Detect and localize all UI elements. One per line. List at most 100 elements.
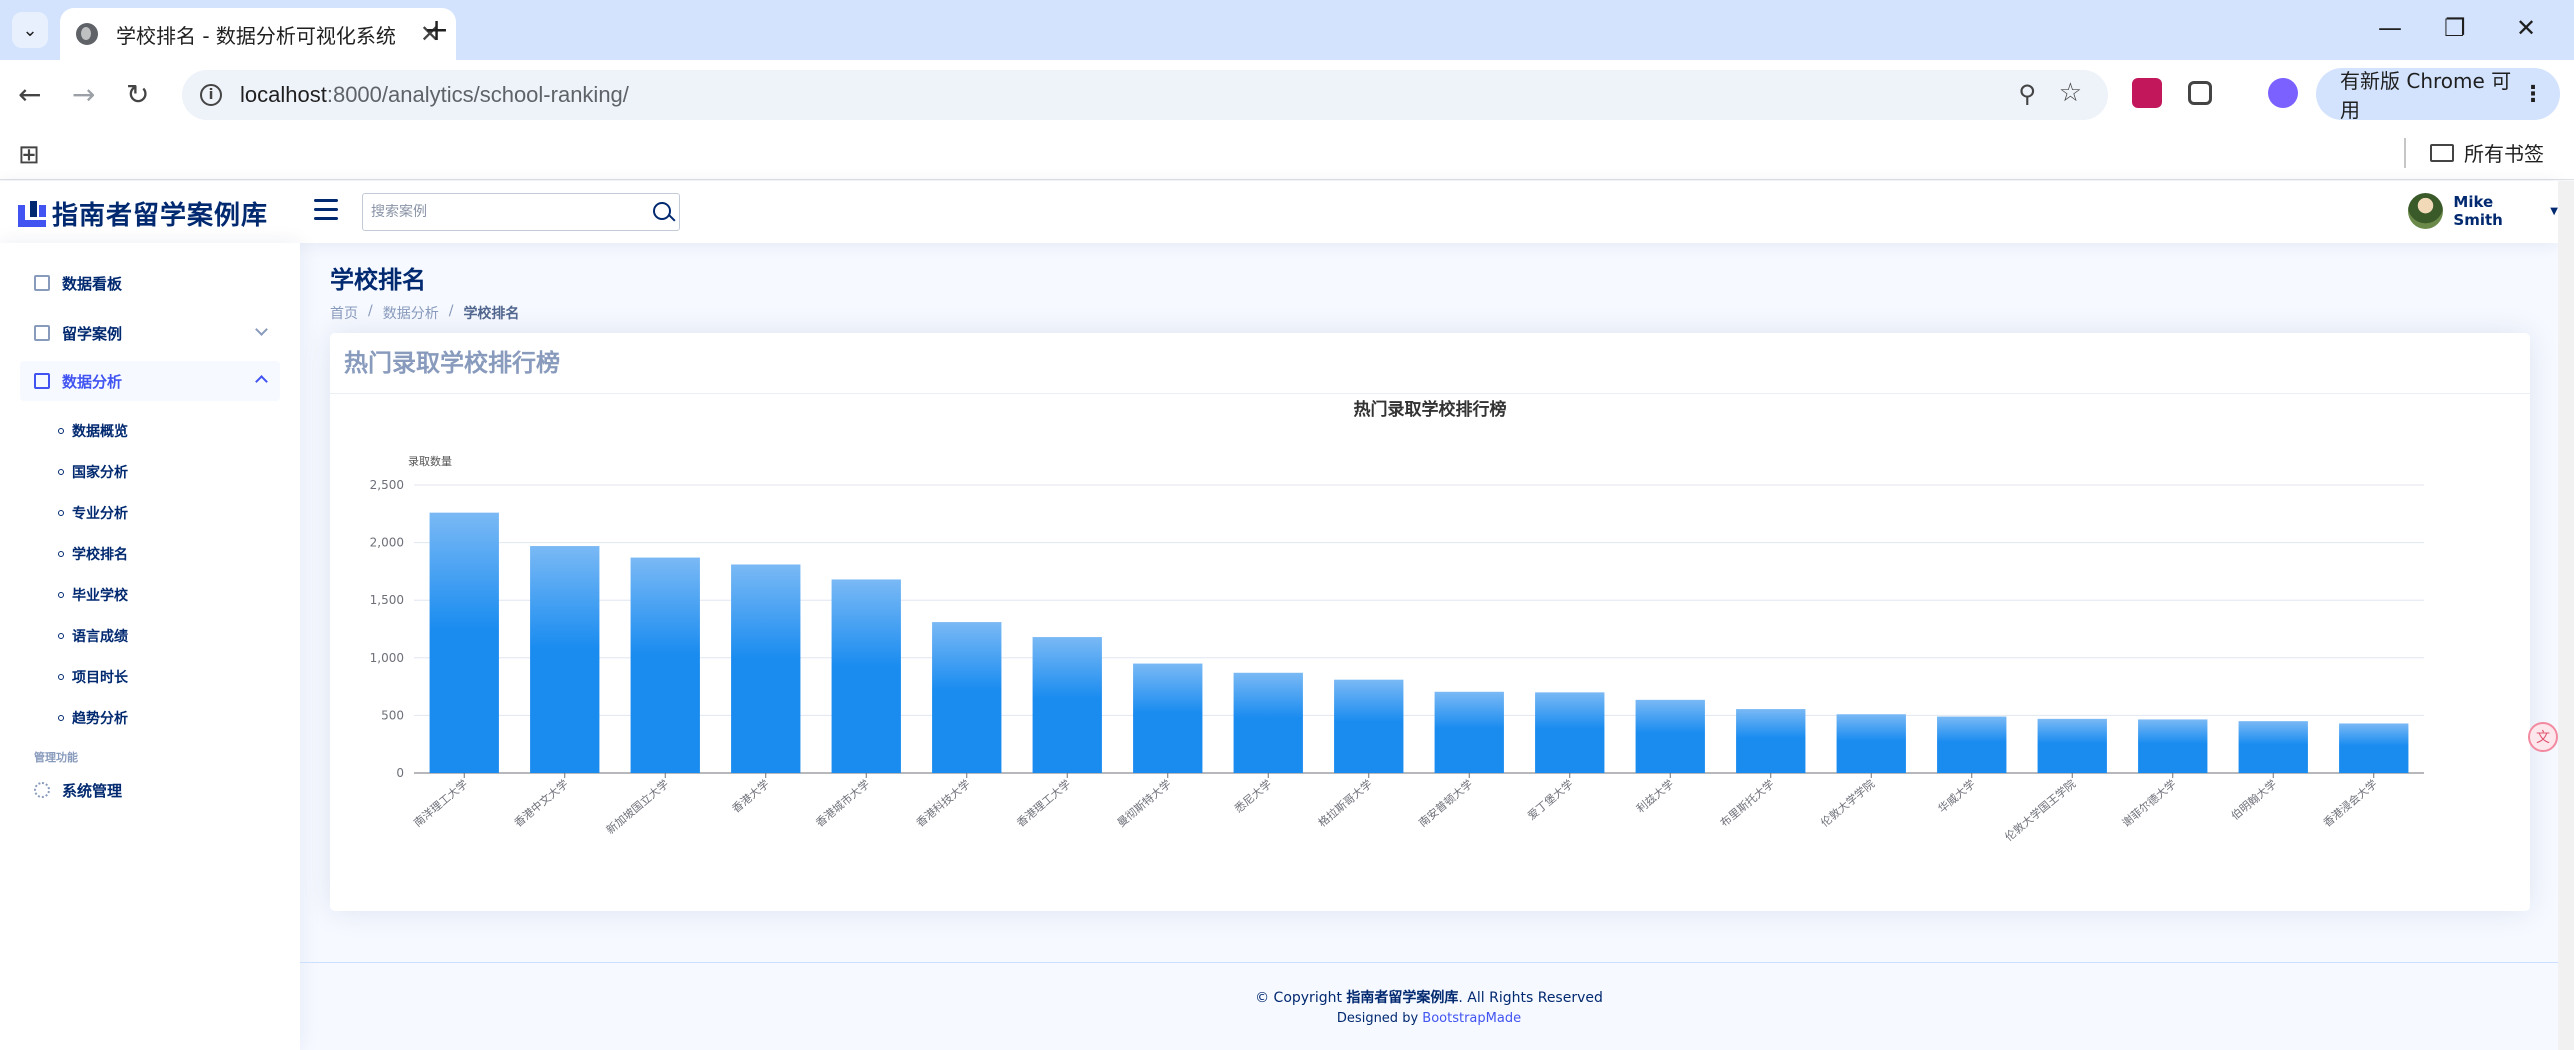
designer-link[interactable]: BootstrapMade [1422, 1011, 1521, 1026]
zoom-icon[interactable]: ⚲ [2018, 80, 2036, 108]
bar[interactable] [1334, 679, 1404, 773]
bar[interactable] [1736, 709, 1806, 773]
sidebar-item-system[interactable]: 系统管理 [20, 770, 280, 810]
card-title: 热门录取学校排行榜 [344, 349, 560, 377]
sidebar-item-label: 数据分析 [62, 372, 123, 391]
bar[interactable] [1937, 716, 2007, 773]
profile-circle-icon[interactable] [2268, 78, 2298, 108]
sidebar-sub-label: 毕业学校 [72, 588, 128, 604]
all-bookmarks-label: 所有书签 [2464, 142, 2544, 166]
chrome-update-button[interactable]: 有新版 Chrome 可用 ⋮ [2316, 68, 2560, 122]
bar[interactable] [1233, 672, 1303, 773]
document-icon [34, 325, 50, 341]
url-text: localhost:8000/analytics/school-ranking/ [240, 82, 629, 107]
puzzle-extension-icon[interactable] [2188, 81, 2212, 105]
x-tick-label: 谢菲尔德大学 [2119, 777, 2179, 830]
sidebar-sub-label: 专业分析 [72, 506, 128, 522]
more-menu-icon[interactable]: ⋮ [2522, 82, 2544, 107]
x-tick-label: 香港科技大学 [913, 777, 973, 830]
scrollbar[interactable] [2558, 181, 2574, 1050]
circle-icon [58, 510, 64, 516]
browser-tabstrip: ⌄ 学校排名 - 数据分析可视化系统 ✕ + — ❐ ✕ [0, 0, 2574, 60]
bar[interactable] [1836, 714, 1906, 773]
sidebar-sub-major[interactable]: 专业分析 [58, 503, 128, 523]
hamburger-menu-icon[interactable] [314, 199, 338, 221]
site-info-icon[interactable]: i [200, 84, 222, 106]
translate-float-icon[interactable]: 文 [2528, 722, 2558, 752]
grid-icon [34, 275, 50, 291]
bookmarks-bar: ⊞ 所有书签 [0, 128, 2574, 180]
forward-arrow-icon[interactable]: → [72, 78, 95, 111]
sidebar-sub-trend[interactable]: 趋势分析 [58, 708, 128, 728]
sidebar-sub-country[interactable]: 国家分析 [58, 462, 128, 482]
reload-icon[interactable]: ↻ [126, 78, 149, 111]
bar[interactable] [731, 564, 801, 773]
x-tick-label: 格拉斯哥大学 [1315, 777, 1375, 830]
sidebar-item-dashboard[interactable]: 数据看板 [20, 263, 280, 303]
sidebar-sub-overview[interactable]: 数据概览 [58, 421, 128, 441]
sidebar-sub-school-ranking[interactable]: 学校排名 [58, 544, 128, 564]
y-tick-label: 2,000 [370, 536, 404, 550]
search-icon[interactable] [653, 202, 671, 220]
bar[interactable] [630, 557, 700, 773]
circle-icon [58, 674, 64, 680]
copyright-brand: 指南者留学案例库 [1346, 990, 1459, 1006]
sidebar-sub-label: 趋势分析 [72, 711, 128, 727]
circle-icon [58, 633, 64, 639]
app-header: 指南者留学案例库 Mike Smith ▼ [0, 181, 2558, 243]
sidebar-sub-language-score[interactable]: 语言成绩 [58, 626, 128, 646]
breadcrumb-home[interactable]: 首页 [330, 303, 358, 323]
bar[interactable] [2238, 721, 2308, 773]
browser-tab[interactable]: 学校排名 - 数据分析可视化系统 ✕ [60, 8, 456, 60]
bar[interactable] [1032, 637, 1102, 773]
x-tick-label: 香港大学 [729, 777, 772, 816]
bar[interactable] [2339, 723, 2409, 773]
bar[interactable] [429, 512, 499, 773]
translate-extension-icon[interactable] [2132, 78, 2162, 108]
back-arrow-icon[interactable]: ← [18, 78, 41, 111]
bar[interactable] [1133, 663, 1203, 773]
logo[interactable]: 指南者留学案例库 [18, 195, 268, 232]
sidebar-sub-label: 学校排名 [72, 547, 128, 563]
restore-icon[interactable]: ❐ [2444, 14, 2466, 42]
minimize-icon[interactable]: — [2378, 14, 2402, 42]
sidebar-sub-label: 数据概览 [72, 424, 128, 440]
y-tick-label: 2,500 [370, 478, 404, 492]
copyright: © Copyright 指南者留学案例库. All Rights Reserve… [300, 987, 2558, 1007]
search-bar [362, 193, 680, 231]
breadcrumb-separator: / [448, 303, 454, 319]
new-tab-icon[interactable]: + [424, 13, 449, 48]
update-label: 有新版 Chrome 可用 [2340, 69, 2512, 122]
bar[interactable] [2138, 719, 2208, 773]
bar[interactable] [932, 622, 1002, 773]
x-tick-label: 爱丁堡大学 [1525, 777, 1576, 823]
copyright-suffix: . All Rights Reserved [1458, 990, 1603, 1006]
x-tick-label: 新加坡国立大学 [603, 777, 671, 837]
circle-icon [58, 469, 64, 475]
tab-search-chevron-icon[interactable]: ⌄ [12, 12, 48, 48]
bar[interactable] [1434, 691, 1504, 773]
address-bar[interactable]: i localhost:8000/analytics/school-rankin… [182, 70, 2108, 120]
bar[interactable] [1635, 699, 1705, 773]
page-title-section: 学校排名 首页 / 数据分析 / 学校排名 [330, 260, 519, 323]
chevron-down-icon [255, 323, 268, 336]
breadcrumb-analytics[interactable]: 数据分析 [383, 303, 439, 323]
sidebar-sub-label: 国家分析 [72, 465, 128, 481]
sidebar-sub-graduate-school[interactable]: 毕业学校 [58, 585, 128, 605]
bar[interactable] [530, 546, 600, 773]
bookmark-star-icon[interactable]: ☆ [2059, 78, 2082, 108]
sidebar-item-cases[interactable]: 留学案例 [20, 313, 280, 353]
all-bookmarks-button[interactable]: 所有书签 [2430, 138, 2544, 167]
bar[interactable] [2037, 718, 2107, 773]
x-tick-label: 布里斯托大学 [1717, 777, 1777, 830]
sidebar-item-label: 留学案例 [62, 324, 123, 343]
window-close-icon[interactable]: ✕ [2516, 14, 2536, 42]
logo-text: 指南者留学案例库 [52, 201, 269, 231]
sidebar-sub-program-duration[interactable]: 项目时长 [58, 667, 128, 687]
bar[interactable] [1535, 692, 1605, 773]
apps-grid-icon[interactable]: ⊞ [18, 140, 40, 170]
search-input[interactable] [363, 194, 633, 230]
user-profile-dropdown[interactable]: Mike Smith ▼ [2408, 193, 2558, 229]
bar[interactable] [831, 579, 901, 773]
sidebar-item-analytics[interactable]: 数据分析 [20, 361, 280, 401]
